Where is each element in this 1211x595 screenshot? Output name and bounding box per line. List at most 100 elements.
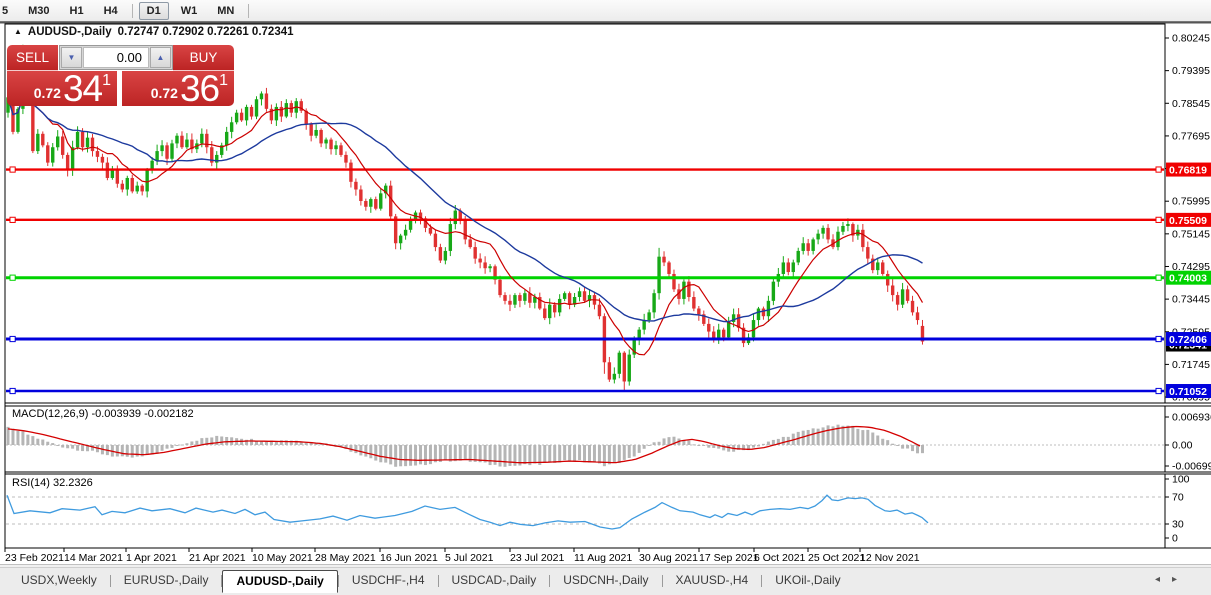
sell-price-display[interactable]: 0.72 34 1	[7, 71, 117, 106]
chart-symbol-label: AUDUSD-,Daily	[28, 26, 112, 38]
buy-price-big: 36	[180, 70, 219, 107]
chart-tab-ukoil-daily[interactable]: UKOil-,Daily	[762, 570, 853, 591]
sell-price-sup: 1	[102, 72, 111, 90]
rsi-axis-label: 70	[1172, 492, 1184, 504]
chart-tab-usdchf-h4[interactable]: USDCHF-,H4	[339, 570, 438, 591]
level-endpoint-marker[interactable]	[1156, 336, 1161, 341]
tab-scroll-right-icon[interactable]: ▸	[1172, 574, 1189, 585]
candle-body	[51, 147, 54, 162]
macd-histogram-bar	[762, 444, 765, 445]
collapse-triangle-icon[interactable]: ▲	[14, 27, 22, 36]
level-endpoint-marker[interactable]	[1156, 388, 1161, 393]
buy-price-display[interactable]: 0.72 36 1	[122, 71, 234, 106]
level-price-tag-label: 0.74003	[1169, 273, 1207, 285]
macd-histogram-bar	[459, 445, 462, 461]
candle-body	[364, 201, 367, 207]
candle-body	[687, 282, 690, 297]
candle-body	[170, 143, 173, 158]
macd-histogram-bar	[76, 445, 79, 451]
candle-body	[180, 136, 183, 148]
date-axis-label: 28 May 2021	[315, 552, 376, 564]
candle-body	[429, 228, 432, 234]
chart-tab-usdcnh-daily[interactable]: USDCNH-,Daily	[550, 570, 661, 591]
date-axis-label: 30 Aug 2021	[639, 552, 698, 564]
candle-body	[662, 257, 665, 263]
level-endpoint-marker[interactable]	[10, 336, 15, 341]
macd-histogram-bar	[359, 445, 362, 455]
candle-body	[826, 228, 829, 240]
candle-body	[707, 324, 710, 332]
macd-histogram-bar	[871, 433, 874, 445]
macd-histogram-bar	[782, 437, 785, 445]
tab-scroll-arrows[interactable]: ◂▸	[1155, 574, 1189, 585]
candle-body	[767, 301, 770, 316]
candle-body	[235, 113, 238, 123]
candle-body	[523, 293, 526, 301]
level-endpoint-marker[interactable]	[10, 388, 15, 393]
macd-histogram-bar	[161, 445, 164, 451]
volume-input[interactable]: 0.00	[83, 47, 149, 68]
macd-histogram-bar	[886, 440, 889, 445]
macd-histogram-bar	[116, 445, 119, 456]
macd-histogram-bar	[548, 445, 551, 462]
candle-body	[473, 247, 476, 259]
macd-histogram-bar	[757, 445, 760, 446]
volume-increase-button[interactable]: ▲	[150, 47, 171, 68]
sell-price-big: 34	[63, 70, 102, 107]
candle-body	[797, 251, 800, 263]
candle-body	[568, 293, 571, 305]
candle-body	[464, 220, 467, 239]
macd-histogram-bar	[687, 441, 690, 445]
level-endpoint-marker[interactable]	[1156, 275, 1161, 280]
level-price-tag-label: 0.75509	[1169, 215, 1207, 227]
chart-tab-usdcad-daily[interactable]: USDCAD-,Daily	[439, 570, 550, 591]
terminal-window: 5M30H1H4D1W1MN 0.802450.793950.785450.77…	[0, 0, 1211, 595]
candle-body	[846, 224, 849, 226]
candle-body	[613, 374, 616, 380]
macd-histogram-bar	[618, 445, 621, 463]
macd-histogram-bar	[891, 444, 894, 445]
candle-body	[543, 309, 546, 319]
macd-histogram-bar	[250, 439, 253, 445]
tab-scroll-left-icon[interactable]: ◂	[1155, 574, 1172, 585]
candle-body	[792, 262, 795, 272]
chart-tab-usdx-weekly[interactable]: USDX,Weekly	[8, 570, 110, 591]
sell-price-prefix: 0.72	[34, 85, 61, 101]
level-endpoint-marker[interactable]	[10, 217, 15, 222]
macd-histogram-bar	[901, 445, 904, 449]
macd-histogram-bar	[598, 445, 601, 463]
chart-tab-xauusd-h4[interactable]: XAUUSD-,H4	[663, 570, 762, 591]
volume-decrease-button[interactable]: ▼	[61, 47, 82, 68]
chart-ohlc-values: 0.72747 0.72902 0.72261 0.72341	[118, 26, 294, 38]
macd-histogram-bar	[414, 445, 417, 466]
price-axis-label: 0.75995	[1172, 196, 1210, 208]
level-endpoint-marker[interactable]	[1156, 167, 1161, 172]
macd-histogram-bar	[812, 428, 815, 445]
macd-histogram-bar	[653, 442, 656, 445]
level-endpoint-marker[interactable]	[10, 167, 15, 172]
candle-body	[434, 234, 437, 247]
chart-tab-audusd-daily[interactable]: AUDUSD-,Daily	[222, 570, 337, 593]
candle-body	[71, 147, 74, 170]
candle-body	[682, 282, 685, 299]
candle-body	[881, 262, 884, 274]
candle-body	[225, 132, 228, 145]
macd-histogram-bar	[41, 440, 44, 445]
macd-histogram-bar	[573, 445, 576, 461]
macd-histogram-bar	[166, 445, 169, 449]
buy-price-prefix: 0.72	[151, 85, 178, 101]
macd-histogram-bar	[185, 443, 188, 445]
sell-button[interactable]: SELL	[7, 45, 58, 71]
macd-histogram-bar	[553, 445, 556, 463]
rsi-axis-label: 0	[1172, 533, 1178, 545]
candle-body	[762, 309, 765, 317]
macd-histogram-bar	[51, 443, 54, 445]
level-endpoint-marker[interactable]	[1156, 217, 1161, 222]
price-axis-label: 0.77695	[1172, 130, 1210, 142]
macd-histogram-bar	[578, 445, 581, 460]
level-endpoint-marker[interactable]	[10, 275, 15, 280]
macd-histogram-bar	[374, 445, 377, 461]
chart-tab-eurusd-daily[interactable]: EURUSD-,Daily	[111, 570, 222, 591]
macd-histogram-bar	[712, 445, 715, 448]
macd-histogram-bar	[305, 443, 308, 445]
